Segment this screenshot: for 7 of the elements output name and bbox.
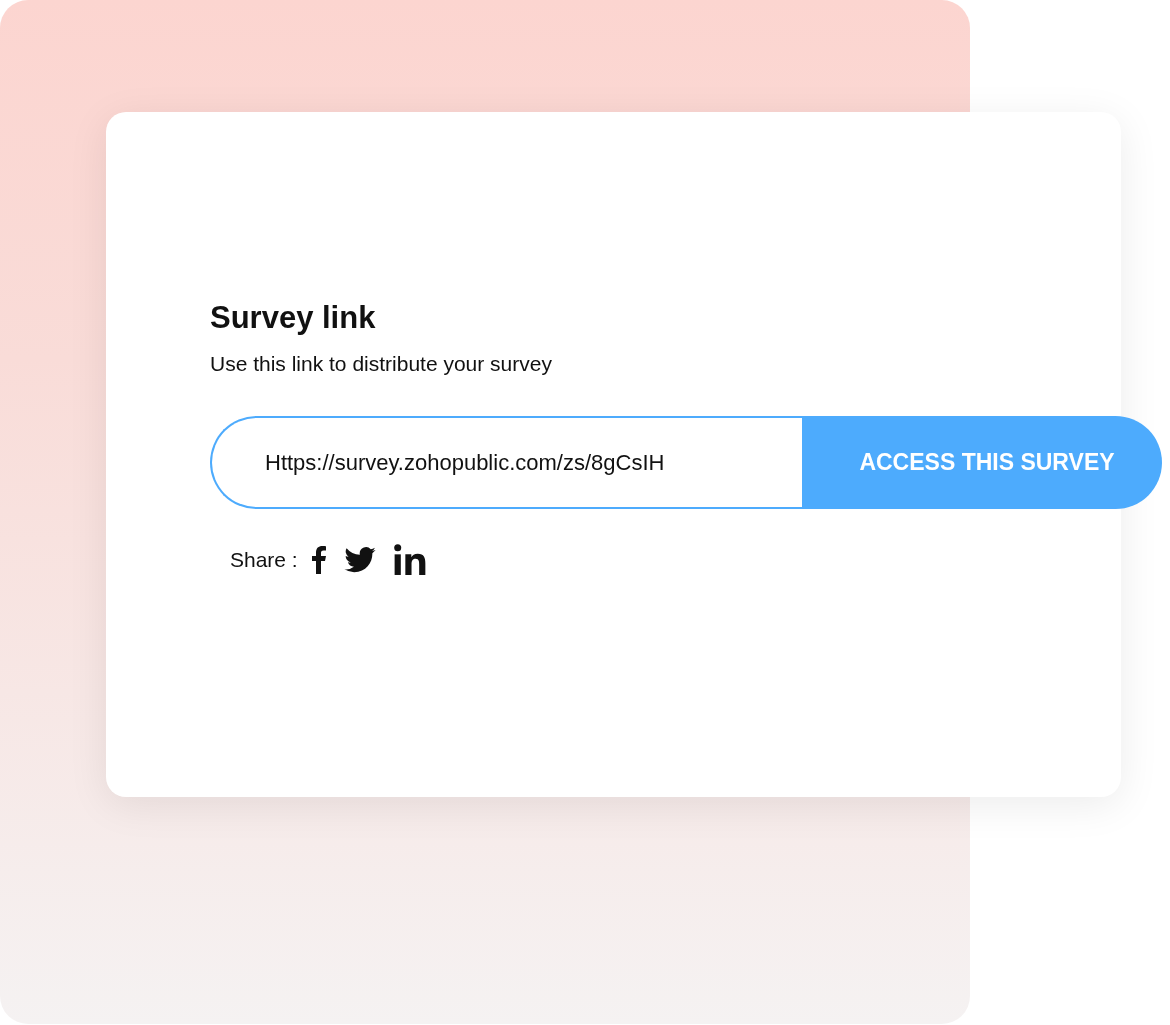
card-title: Survey link bbox=[210, 300, 377, 336]
facebook-icon[interactable] bbox=[311, 545, 326, 574]
link-field[interactable]: Https://survey.zohopublic.com/zs/8gCsIH bbox=[210, 416, 802, 509]
twitter-icon[interactable] bbox=[343, 546, 376, 573]
share-label: Share : bbox=[230, 547, 298, 572]
linkedin-icon[interactable] bbox=[393, 544, 427, 575]
card-subtitle: Use this link to distribute your survey bbox=[210, 352, 553, 376]
